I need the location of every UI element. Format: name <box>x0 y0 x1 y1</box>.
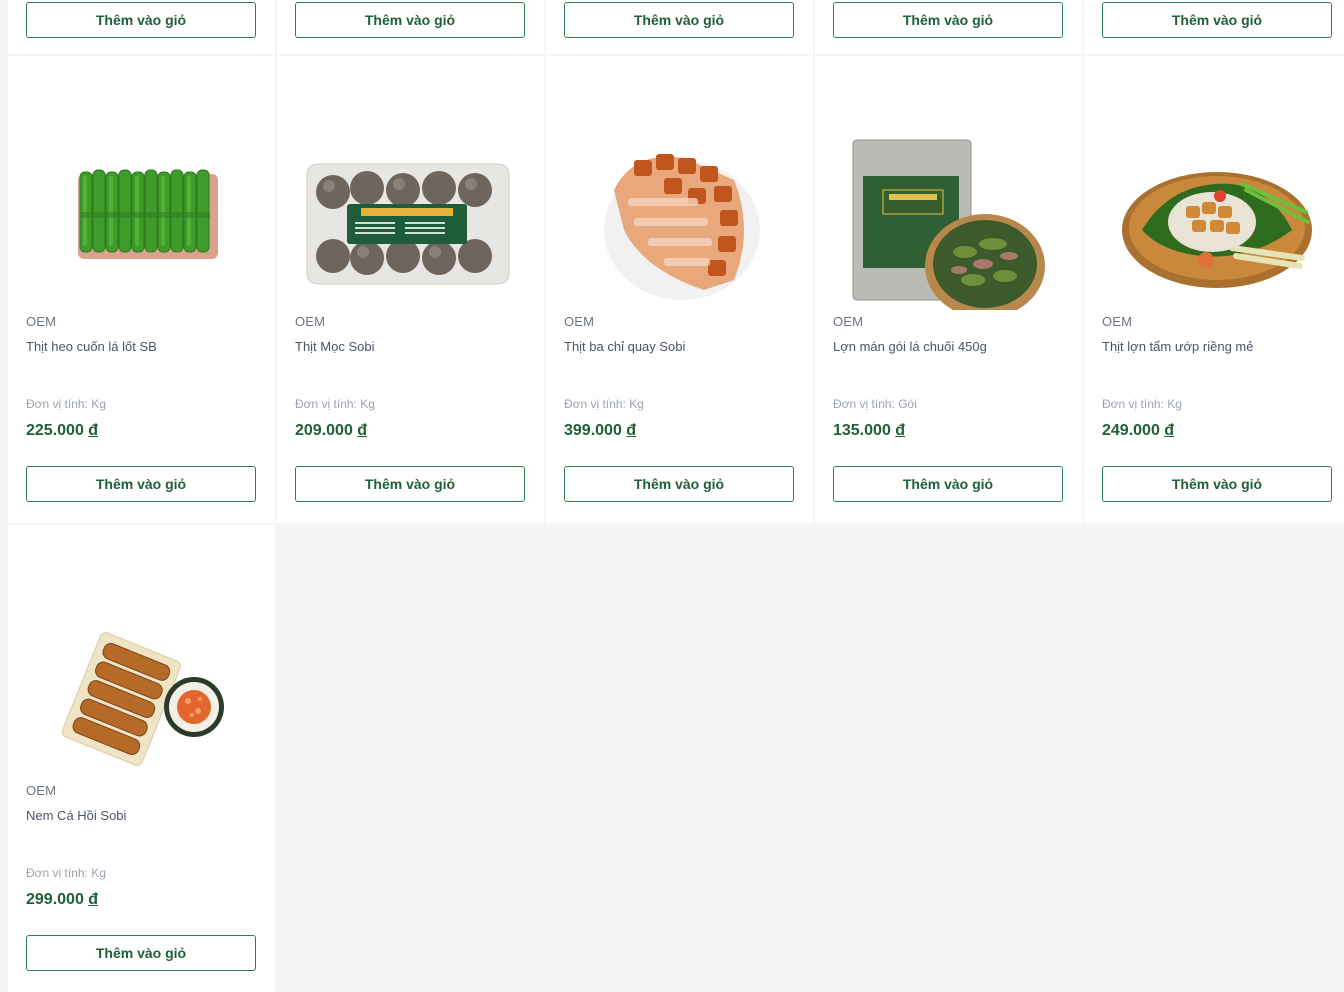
add-to-cart-button[interactable]: Thêm vào giỏ <box>295 2 525 38</box>
product-card: Thêm vào giỏ <box>815 0 1082 54</box>
product-price: 299.000 đ <box>26 891 98 909</box>
add-to-cart-button[interactable]: Thêm vào giỏ <box>26 466 256 502</box>
product-unit: Đơn vị tính: Kg <box>295 397 375 411</box>
product-card[interactable]: OEM Thịt ba chỉ quay Sobi Đơn vị tính: K… <box>546 56 813 523</box>
currency-symbol: đ <box>626 422 637 439</box>
product-price: 225.000 đ <box>26 422 98 440</box>
product-price: 249.000 đ <box>1102 422 1174 440</box>
add-to-cart-button[interactable]: Thêm vào giỏ <box>295 466 525 502</box>
product-grid: Thêm vào giỏ Thêm vào giỏ Thêm vào giỏ T… <box>8 0 1344 992</box>
product-name[interactable]: Thịt ba chỉ quay Sobi <box>564 339 685 354</box>
meatball-pack-image[interactable] <box>295 80 526 310</box>
add-to-cart-button[interactable]: Thêm vào giỏ <box>1102 2 1332 38</box>
price-value: 299.000 <box>26 891 84 908</box>
currency-symbol: đ <box>88 422 99 439</box>
product-unit: Đơn vị tính: Kg <box>564 397 644 411</box>
pork-pack-bowl-image[interactable] <box>833 80 1064 310</box>
product-card[interactable]: OEM Nem Cá Hồi Sobi Đơn vị tính: Kg 299.… <box>8 525 275 992</box>
add-to-cart-button[interactable]: Thêm vào giỏ <box>26 2 256 38</box>
add-to-cart-button[interactable]: Thêm vào giỏ <box>26 935 256 971</box>
product-name[interactable]: Lợn mán gói lá chuối 450g <box>833 339 987 354</box>
add-to-cart-button[interactable]: Thêm vào giỏ <box>564 2 794 38</box>
currency-symbol: đ <box>1164 422 1175 439</box>
product-card[interactable]: OEM Thịt heo cuốn lá lốt SB Đơn vị tính:… <box>8 56 275 523</box>
leaf-rolls-image[interactable] <box>26 80 257 310</box>
currency-symbol: đ <box>88 891 99 908</box>
product-unit: Đơn vị tính: Kg <box>1102 397 1182 411</box>
price-value: 249.000 <box>1102 422 1160 439</box>
product-name[interactable]: Thịt heo cuốn lá lốt SB <box>26 339 157 354</box>
add-to-cart-button[interactable]: Thêm vào giỏ <box>564 466 794 502</box>
product-price: 209.000 đ <box>295 422 367 440</box>
product-brand: OEM <box>833 314 864 329</box>
product-brand: OEM <box>295 314 326 329</box>
product-brand: OEM <box>1102 314 1133 329</box>
product-card: Thêm vào giỏ <box>1084 0 1344 54</box>
product-unit: Đơn vị tính: Kg <box>26 397 106 411</box>
product-name[interactable]: Thịt Mọc Sobi <box>295 339 374 354</box>
add-to-cart-button[interactable]: Thêm vào giỏ <box>833 2 1063 38</box>
product-card[interactable]: OEM Lợn mán gói lá chuối 450g Đơn vị tín… <box>815 56 1082 523</box>
product-card: Thêm vào giỏ <box>277 0 544 54</box>
product-brand: OEM <box>26 314 57 329</box>
add-to-cart-button[interactable]: Thêm vào giỏ <box>833 466 1063 502</box>
product-brand: OEM <box>26 783 57 798</box>
product-brand: OEM <box>564 314 595 329</box>
product-card: Thêm vào giỏ <box>546 0 813 54</box>
spring-rolls-sauce-image[interactable] <box>26 549 257 779</box>
currency-symbol: đ <box>895 422 906 439</box>
price-value: 135.000 <box>833 422 891 439</box>
product-price: 135.000 đ <box>833 422 905 440</box>
product-card[interactable]: OEM Thịt Mọc Sobi Đơn vị tính: Kg 209.00… <box>277 56 544 523</box>
product-card: Thêm vào giỏ <box>8 0 275 54</box>
product-name[interactable]: Thịt lợn tẩm ướp riềng mẻ <box>1102 339 1253 354</box>
currency-symbol: đ <box>357 422 368 439</box>
product-unit: Đơn vị tính: Kg <box>26 866 106 880</box>
add-to-cart-button[interactable]: Thêm vào giỏ <box>1102 466 1332 502</box>
product-price: 399.000 đ <box>564 422 636 440</box>
galangal-pork-tray-image[interactable] <box>1102 80 1333 310</box>
roast-pork-image[interactable] <box>564 80 795 310</box>
product-name[interactable]: Nem Cá Hồi Sobi <box>26 808 126 823</box>
product-unit: Đơn vị tính: Gói <box>833 397 917 411</box>
price-value: 209.000 <box>295 422 353 439</box>
product-card[interactable]: OEM Thịt lợn tẩm ướp riềng mẻ Đơn vị tín… <box>1084 56 1344 523</box>
price-value: 399.000 <box>564 422 622 439</box>
price-value: 225.000 <box>26 422 84 439</box>
